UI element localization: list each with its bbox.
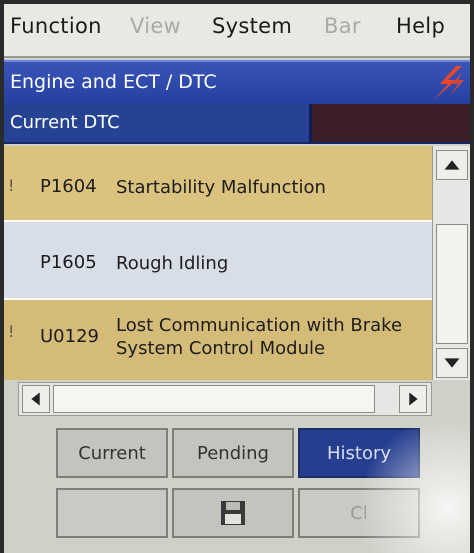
floppy-disk-icon [221, 501, 245, 525]
clear-button[interactable]: Cl [298, 488, 420, 538]
dtc-description: Startability Malfunction [116, 177, 326, 198]
menu-view[interactable]: View [130, 14, 181, 38]
arrow-up-icon [444, 160, 460, 170]
arrow-down-icon [444, 358, 460, 368]
dtc-description: Rough Idling [116, 253, 229, 274]
dtc-code: P1605 [40, 252, 97, 273]
history-button[interactable]: History [298, 428, 420, 478]
current-button[interactable]: Current [56, 428, 168, 478]
menu-help[interactable]: Help [396, 14, 445, 38]
arrow-right-icon [409, 392, 418, 406]
save-button[interactable] [172, 488, 294, 538]
dtc-code: P1604 [40, 176, 97, 197]
scan-tool-screen: Function View System Bar Help Engine and… [4, 4, 470, 553]
vertical-scroll-thumb[interactable] [436, 224, 468, 344]
window-title: Engine and ECT / DTC [10, 71, 217, 93]
pending-button[interactable]: Pending [172, 428, 294, 478]
current-dtc-header: Current DTC [4, 104, 470, 144]
scroll-down-button[interactable] [436, 348, 468, 378]
dtc-flag: ! [8, 322, 15, 341]
dtc-row[interactable]: ! P1604 Startability Malfunction [4, 146, 432, 220]
dtc-flag: ! [8, 176, 15, 195]
dtc-list: ! P1604 Startability Malfunction P1605 R… [4, 146, 432, 380]
disabled-left-button[interactable] [56, 488, 168, 538]
horizontal-scrollbar[interactable] [18, 382, 432, 416]
scroll-right-button[interactable] [399, 385, 427, 413]
dtc-row[interactable]: ! U0129 Lost Communication with Brake Sy… [4, 300, 432, 380]
lightning-bolt-icon [434, 66, 464, 100]
menu-function[interactable]: Function [10, 14, 102, 38]
current-dtc-label: Current DTC [10, 112, 120, 133]
dtc-code: U0129 [40, 326, 99, 347]
menu-system[interactable]: System [212, 14, 292, 38]
dtc-description: Lost Communication with Brake System Con… [116, 315, 403, 359]
scroll-up-button[interactable] [436, 150, 468, 180]
scroll-left-button[interactable] [22, 385, 50, 413]
dtc-row[interactable]: P1605 Rough Idling [4, 222, 432, 298]
vertical-scrollbar[interactable] [432, 146, 470, 380]
menu-bar: Function View System Bar Help [4, 4, 470, 58]
title-bar: Engine and ECT / DTC [4, 60, 470, 106]
horizontal-scroll-thumb[interactable] [53, 385, 375, 413]
arrow-left-icon [31, 392, 40, 406]
header-right-panel [312, 104, 470, 142]
menu-bar-item[interactable]: Bar [324, 14, 361, 38]
